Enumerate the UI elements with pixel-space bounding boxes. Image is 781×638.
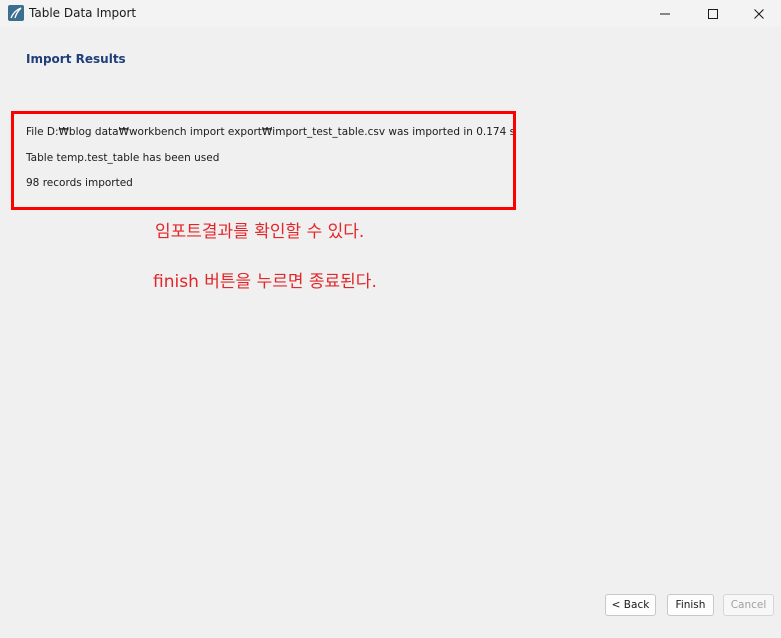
- app-icon: [8, 5, 24, 21]
- title-bar: Table Data Import: [0, 0, 781, 27]
- highlight-box: [11, 111, 516, 210]
- minimize-button[interactable]: [642, 0, 688, 27]
- finish-button[interactable]: Finish: [667, 594, 714, 616]
- maximize-icon: [708, 8, 718, 19]
- window-title: Table Data Import: [29, 6, 137, 20]
- close-icon: [754, 8, 764, 19]
- section-title: Import Results: [26, 52, 126, 66]
- minimize-icon: [660, 13, 670, 14]
- close-button[interactable]: [736, 0, 781, 27]
- annotation-note: finish 버튼을 누르면 종료된다.: [153, 272, 377, 292]
- annotation-note: 임포트결과를 확인할 수 있다.: [155, 222, 365, 242]
- back-button[interactable]: < Back: [605, 594, 656, 616]
- cancel-button[interactable]: Cancel: [723, 594, 774, 616]
- maximize-button[interactable]: [690, 0, 736, 27]
